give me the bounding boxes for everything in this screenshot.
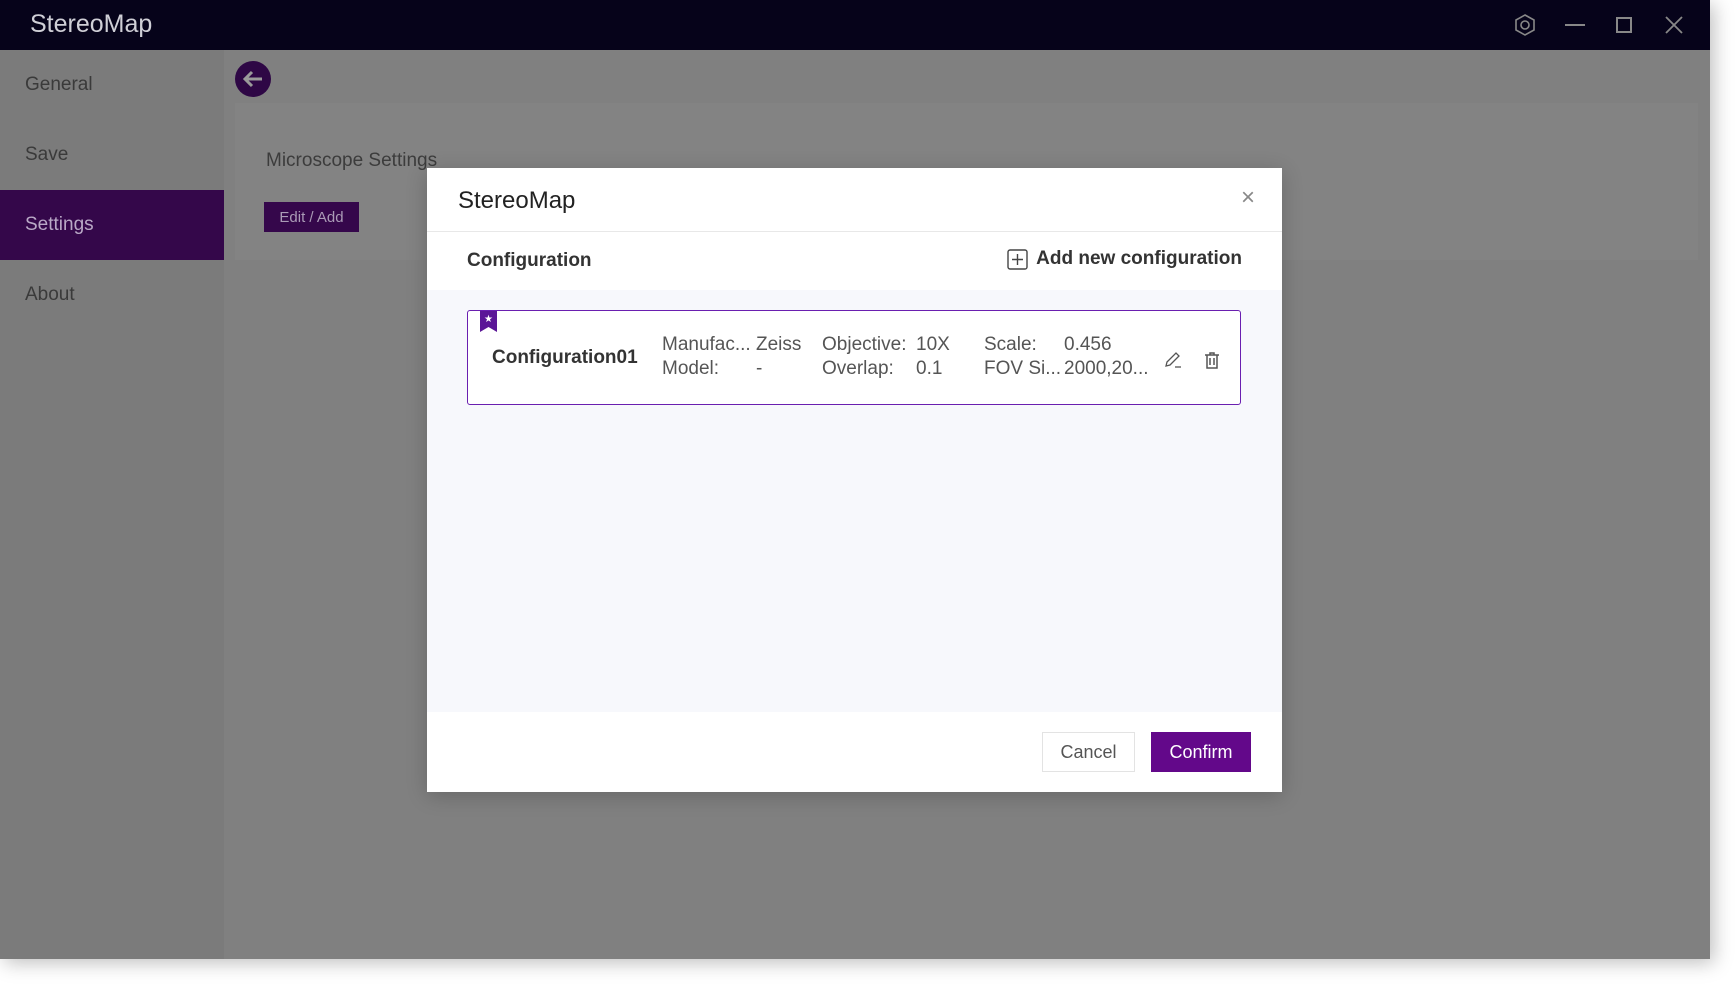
model-label: Model: bbox=[662, 358, 720, 379]
sidebar-item-general[interactable]: General bbox=[0, 50, 224, 120]
app-title: StereoMap bbox=[30, 10, 153, 38]
svg-text:★: ★ bbox=[484, 314, 493, 325]
configuration-name: Configuration01 bbox=[492, 347, 638, 368]
configuration-header: Configuration Add new configuration bbox=[427, 232, 1282, 290]
maximize-icon[interactable] bbox=[1611, 12, 1637, 38]
sidebar-item-settings[interactable]: Settings bbox=[0, 190, 224, 260]
scale-value: 0.456 bbox=[1064, 334, 1112, 355]
edit-icon[interactable] bbox=[1162, 349, 1184, 371]
sidebar: General Save Settings About bbox=[0, 50, 224, 959]
objective-value: 10X bbox=[916, 334, 950, 355]
manufacturer-label: Manufac... bbox=[662, 334, 751, 355]
configuration-list: ★ Configuration01 Manufac... Zeiss Model… bbox=[427, 290, 1282, 712]
overlap-label: Overlap: bbox=[822, 358, 894, 379]
add-new-configuration-label: Add new configuration bbox=[1036, 248, 1242, 269]
delete-icon[interactable] bbox=[1201, 349, 1223, 371]
fov-value: 2000,20... bbox=[1064, 358, 1149, 379]
configuration-label: Configuration bbox=[467, 250, 592, 271]
dialog-header: StereoMap × bbox=[427, 168, 1282, 232]
settings-icon[interactable] bbox=[1512, 12, 1538, 38]
title-bar: StereoMap bbox=[0, 0, 1710, 50]
plus-square-icon bbox=[1007, 248, 1028, 270]
sidebar-item-about[interactable]: About bbox=[0, 260, 224, 330]
fov-label: FOV Si... bbox=[984, 358, 1062, 379]
objective-label: Objective: bbox=[822, 334, 907, 355]
default-bookmark-icon: ★ bbox=[480, 311, 497, 332]
overlap-value: 0.1 bbox=[916, 358, 943, 379]
microscope-settings-label: Microscope Settings bbox=[266, 150, 438, 171]
confirm-button[interactable]: Confirm bbox=[1151, 732, 1251, 772]
configuration-dialog: StereoMap × Configuration Add new config… bbox=[427, 168, 1282, 792]
model-value: - bbox=[756, 358, 763, 379]
dialog-footer: Cancel Confirm bbox=[427, 712, 1282, 792]
close-window-icon[interactable] bbox=[1661, 12, 1687, 38]
back-arrow-icon[interactable] bbox=[235, 61, 271, 97]
cancel-button[interactable]: Cancel bbox=[1042, 732, 1135, 772]
manufacturer-value: Zeiss bbox=[756, 334, 802, 355]
edit-add-button[interactable]: Edit / Add bbox=[264, 202, 359, 232]
sidebar-item-save[interactable]: Save bbox=[0, 120, 224, 190]
scale-label: Scale: bbox=[984, 334, 1037, 355]
configuration-card[interactable]: ★ Configuration01 Manufac... Zeiss Model… bbox=[467, 310, 1241, 405]
add-new-configuration-button[interactable]: Add new configuration bbox=[1007, 248, 1242, 270]
minimize-icon[interactable] bbox=[1562, 12, 1588, 38]
dialog-title: StereoMap bbox=[458, 187, 576, 214]
close-dialog-icon[interactable]: × bbox=[1234, 184, 1262, 212]
